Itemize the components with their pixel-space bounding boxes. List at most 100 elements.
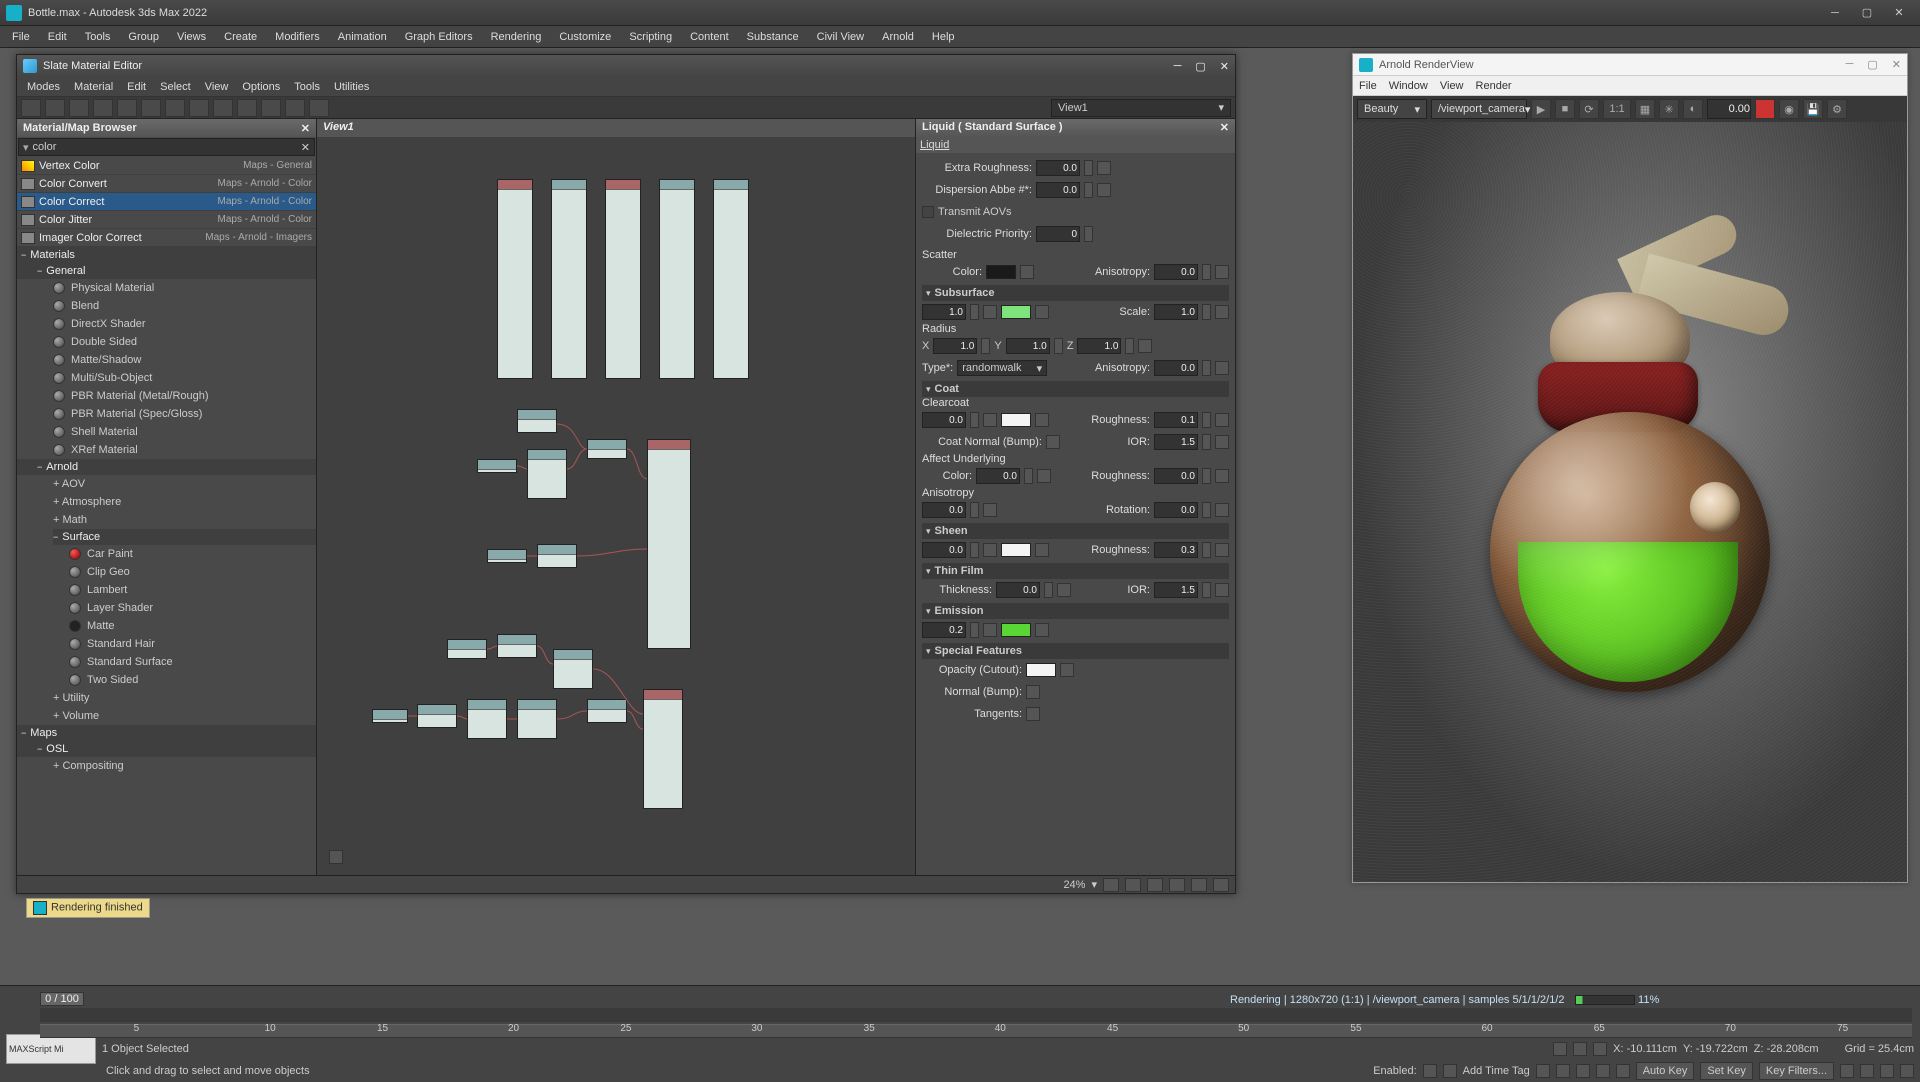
lock-selection-icon[interactable] (1553, 1042, 1567, 1056)
tool-layout2[interactable] (165, 99, 185, 117)
menu-content[interactable]: Content (682, 29, 737, 45)
arnold-menu-view[interactable]: View (1440, 80, 1464, 92)
search-clear-icon[interactable]: ✕ (301, 141, 310, 154)
maxscript-mini[interactable]: MAXScript Mi (6, 1034, 96, 1064)
sheen-color-swatch[interactable] (1001, 543, 1031, 557)
scatter-color-swatch[interactable] (986, 265, 1016, 279)
arnold-aov[interactable]: + AOV (53, 475, 316, 493)
aniso-rotation[interactable] (1154, 502, 1198, 518)
arnold-utility[interactable]: + Utility (53, 689, 316, 707)
node-map-d4[interactable] (517, 699, 557, 739)
scale-ratio[interactable]: 1:1 (1603, 99, 1631, 119)
arnold-math[interactable]: + Math (53, 511, 316, 529)
surf-clipgeo[interactable]: Clip Geo (69, 563, 316, 581)
tool-preview[interactable] (189, 99, 209, 117)
menu-scripting[interactable]: Scripting (621, 29, 680, 45)
nav-layout-icon[interactable] (1213, 878, 1229, 892)
tool-matid[interactable] (285, 99, 305, 117)
map-imager-color-correct[interactable]: Imager Color CorrectMaps - Arnold - Imag… (17, 229, 316, 247)
sme-maximize[interactable]: ▢ (1195, 60, 1205, 73)
node-liquid-surface[interactable] (647, 439, 691, 649)
normal-map-slot[interactable] (1026, 685, 1040, 699)
transmit-aovs-checkbox[interactable] (922, 206, 934, 218)
tool-move-children[interactable] (117, 99, 137, 117)
play-next-icon[interactable] (1596, 1064, 1610, 1078)
tool-pick[interactable] (45, 99, 65, 117)
menu-group[interactable]: Group (120, 29, 167, 45)
subsurface-type-dropdown[interactable]: randomwalk▾ (957, 360, 1047, 376)
mat-multisub[interactable]: Multi/Sub-Object (53, 369, 316, 387)
timeline-track[interactable] (40, 1008, 1912, 1022)
menu-civilview[interactable]: Civil View (809, 29, 872, 45)
radius-y[interactable] (1006, 338, 1050, 354)
thinfilm-thickness[interactable] (996, 582, 1040, 598)
surf-stdsurf[interactable]: Standard Surface (69, 653, 316, 671)
cat-general[interactable]: −General (17, 263, 316, 279)
mat-physical[interactable]: Physical Material (53, 279, 316, 297)
menu-file[interactable]: File (4, 29, 38, 45)
map-slot[interactable] (1020, 265, 1034, 279)
play-start-icon[interactable] (1536, 1064, 1550, 1078)
tool-layout[interactable] (141, 99, 161, 117)
save-icon[interactable]: 💾 (1803, 99, 1823, 119)
coat-rough[interactable] (1154, 412, 1198, 428)
view-pan-icon[interactable] (1840, 1064, 1854, 1078)
sheen-header[interactable]: ▾Sheen (922, 523, 1229, 539)
thinfilm-ior[interactable] (1154, 582, 1198, 598)
tool-assign[interactable] (69, 99, 89, 117)
node-map-a3[interactable] (527, 449, 567, 499)
tool-delete[interactable] (93, 99, 113, 117)
sme-menu-view[interactable]: View (199, 80, 235, 94)
spinner[interactable] (1084, 226, 1093, 242)
camera-dropdown[interactable]: /viewport_camera▾ (1431, 99, 1527, 119)
view-selector[interactable]: View1▾ (1051, 99, 1231, 117)
keyfilters-button[interactable]: Key Filters... (1759, 1062, 1834, 1080)
menu-animation[interactable]: Animation (330, 29, 395, 45)
node-material-5[interactable] (713, 179, 749, 379)
node-map-d5[interactable] (587, 699, 627, 723)
cat-maps[interactable]: −Maps (17, 725, 316, 741)
timeline-ruler[interactable]: 5 10 15 20 25 30 35 40 45 50 55 60 65 70… (40, 1024, 1912, 1038)
cat-arnold[interactable]: −Arnold (17, 459, 316, 475)
arnold-minimize[interactable]: ─ (1846, 58, 1854, 71)
exposure-input[interactable] (1707, 99, 1751, 119)
snap-icon[interactable] (1573, 1042, 1587, 1056)
special-header[interactable]: ▾Special Features (922, 643, 1229, 659)
node-material-1[interactable] (497, 179, 533, 379)
tool-select[interactable] (21, 99, 41, 117)
arnold-menu-window[interactable]: Window (1389, 80, 1428, 92)
setkey-button[interactable]: Set Key (1700, 1062, 1753, 1080)
coat-color-swatch[interactable] (1001, 413, 1031, 427)
debug-icon[interactable]: ◐ (1683, 99, 1703, 119)
node-material-2[interactable] (551, 179, 587, 379)
emission-header[interactable]: ▾Emission (922, 603, 1229, 619)
mat-shell[interactable]: Shell Material (53, 423, 316, 441)
cat-osl[interactable]: −OSL (17, 741, 316, 757)
record-icon[interactable] (1755, 99, 1775, 119)
scatter-aniso-input[interactable] (1154, 264, 1198, 280)
node-map-c2[interactable] (497, 634, 537, 658)
mat-doublesided[interactable]: Double Sided (53, 333, 316, 351)
nav-zoomext-icon[interactable] (1147, 878, 1163, 892)
mat-matteshadow[interactable]: Matte/Shadow (53, 351, 316, 369)
close-button[interactable]: ✕ (1884, 3, 1914, 23)
node-output[interactable] (643, 689, 683, 809)
minimize-button[interactable]: ─ (1820, 3, 1850, 23)
surf-carpaint[interactable]: Car Paint (69, 545, 316, 563)
subsurface-color-swatch[interactable] (1001, 305, 1031, 319)
sme-close[interactable]: ✕ (1220, 60, 1229, 73)
map-vertex-color[interactable]: Vertex ColorMaps - General (17, 157, 316, 175)
sme-menu-tools[interactable]: Tools (288, 80, 326, 94)
tool-showmap[interactable] (213, 99, 233, 117)
sme-menu-options[interactable]: Options (236, 80, 286, 94)
autokey-button[interactable]: Auto Key (1636, 1062, 1695, 1080)
menu-rendering[interactable]: Rendering (483, 29, 550, 45)
play-end-icon[interactable] (1616, 1064, 1630, 1078)
menu-views[interactable]: Views (169, 29, 214, 45)
node-map-d3[interactable] (467, 699, 507, 739)
spinner[interactable] (1084, 182, 1093, 198)
coat-weight[interactable] (922, 412, 966, 428)
browser-close[interactable]: ✕ (301, 122, 310, 135)
node-map-d1[interactable] (372, 709, 408, 723)
extra-roughness-input[interactable] (1036, 160, 1080, 176)
